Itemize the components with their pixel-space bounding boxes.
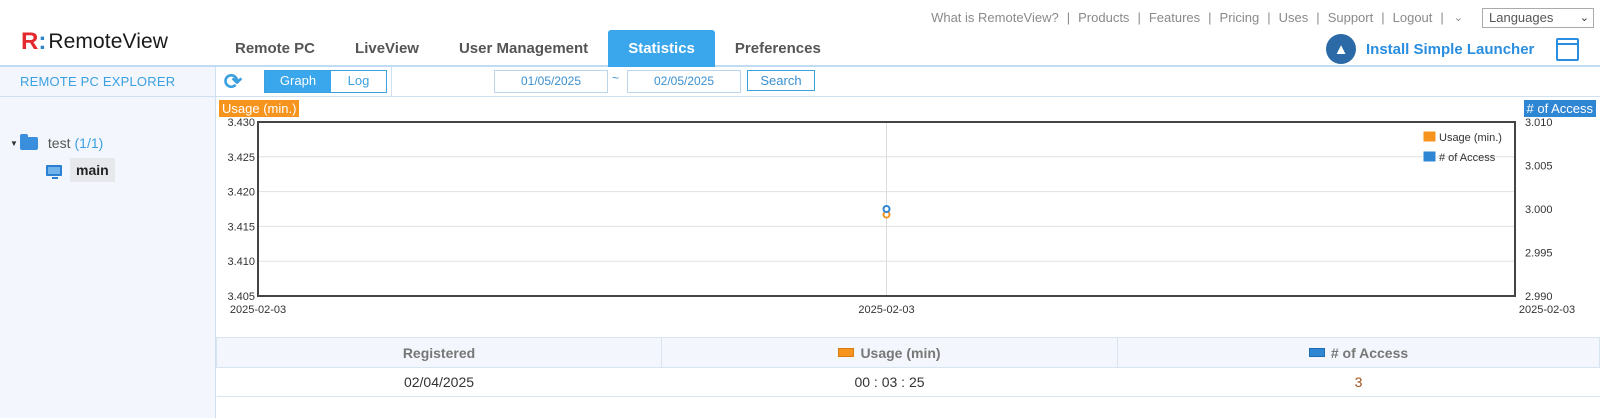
col-usage: Usage (min) — [661, 337, 1118, 368]
tree-pc-item[interactable]: main — [46, 158, 115, 182]
toolbar: ⟳ Graph Log 01/05/2025 ~ 02/05/2025 Sear… — [216, 67, 1600, 97]
rocket-icon: ▲ — [1326, 34, 1356, 64]
top-link-pricing[interactable]: Pricing — [1220, 10, 1260, 25]
statistics-chart: 3.430 3.425 3.420 3.415 3.410 3.405 3.010 3.005… — [216, 97, 1600, 331]
refresh-icon[interactable]: ⟳ — [222, 71, 244, 93]
top-link-features[interactable]: Features — [1149, 10, 1200, 25]
tab-statistics[interactable]: Statistics — [608, 30, 715, 67]
left-tick-label: 3.405 — [227, 291, 255, 303]
usage-swatch-icon — [838, 348, 855, 358]
x-tick-label: 2025-02-03 — [1519, 304, 1575, 316]
left-tick-label: 3.415 — [227, 221, 255, 233]
logo-wordmark: RemoteView — [48, 30, 169, 53]
folder-icon — [19, 133, 38, 150]
chart-svg: 3.430 3.425 3.420 3.415 3.410 3.405 3.010 3.005… — [227, 117, 1575, 316]
x-tick-label: 2025-02-03 — [858, 304, 914, 316]
logo-mark: R: — [21, 28, 47, 55]
date-to-input[interactable]: 02/05/2025 — [627, 70, 741, 93]
tab-preferences[interactable]: Preferences — [715, 30, 841, 67]
chevron-down-icon[interactable]: ⌄ — [1454, 11, 1463, 24]
right-tick-label: 3.000 — [1525, 204, 1553, 216]
app-header: R: RemoteView What is RemoteView? | Produ… — [0, 0, 1600, 67]
install-launcher-link[interactable]: ▲ Install Simple Launcher — [1326, 34, 1534, 64]
left-axis-label: Usage (min.) — [219, 100, 300, 117]
right-tick-label: 3.010 — [1525, 117, 1553, 129]
language-select-value: Languages — [1489, 10, 1554, 25]
top-link-what-is[interactable]: What is RemoteView? — [931, 10, 1059, 25]
left-tick-label: 3.410 — [227, 256, 255, 268]
table-header-row: Registered Usage (min) # of Access — [216, 337, 1600, 368]
access-swatch-icon — [1308, 348, 1325, 358]
legend-swatch — [1422, 130, 1437, 143]
tree-group-item[interactable]: ▼ test (1/1) — [10, 133, 104, 151]
date-range-separator: ~ — [612, 71, 620, 85]
main-nav: Remote PC LiveView User Management Stati… — [215, 30, 841, 67]
view-toggle: Graph Log — [264, 70, 387, 93]
left-tick-label: 3.420 — [227, 187, 255, 199]
right-tick-label: 3.005 — [1525, 161, 1553, 173]
top-link-support[interactable]: Support — [1328, 10, 1374, 25]
top-link-products[interactable]: Products — [1078, 10, 1129, 25]
install-launcher-label: Install Simple Launcher — [1366, 40, 1535, 58]
monitor-icon — [46, 164, 62, 179]
chevron-down-icon: ⌄ — [1579, 12, 1589, 24]
cell-access: 3 — [1117, 367, 1600, 397]
group-count: (1/1) — [74, 135, 104, 151]
pc-name: main — [70, 158, 115, 182]
col-access: # of Access — [1117, 337, 1600, 368]
group-name: test — [47, 135, 71, 151]
left-tick-label: 3.430 — [227, 117, 255, 129]
stats-table: Registered Usage (min) # of Access 02/04… — [216, 337, 1600, 397]
col-registered: Registered — [216, 337, 662, 368]
legend-swatch — [1422, 150, 1437, 163]
expand-triangle-icon[interactable]: ▼ — [10, 139, 18, 148]
sidebar: REMOTE PC EXPLORER ▼ test (1/1) main — [0, 67, 216, 418]
legend-label: # of Access — [1439, 152, 1496, 164]
remoteview-logo[interactable]: R: RemoteView — [21, 28, 168, 56]
window-icon[interactable] — [1556, 38, 1579, 61]
right-axis-label: # of Access — [1523, 100, 1596, 117]
tab-user-management[interactable]: User Management — [439, 30, 608, 67]
legend-label: Usage (min.) — [1439, 132, 1502, 144]
tab-liveview[interactable]: LiveView — [335, 30, 439, 67]
left-tick-label: 3.425 — [227, 152, 255, 164]
date-from-input[interactable]: 01/05/2025 — [494, 70, 608, 93]
graph-view-button[interactable]: Graph — [265, 71, 331, 92]
table-row: 02/04/2025 00 : 03 : 25 3 — [216, 367, 1600, 397]
cell-registered: 02/04/2025 — [216, 367, 662, 397]
tab-remote-pc[interactable]: Remote PC — [215, 30, 335, 67]
toolbar-divider — [391, 67, 392, 97]
right-tick-label: 2.995 — [1525, 248, 1553, 260]
right-tick-label: 2.990 — [1525, 291, 1553, 303]
language-select[interactable]: Languages ⌄ — [1482, 8, 1594, 28]
search-button[interactable]: Search — [747, 70, 815, 91]
sidebar-title: REMOTE PC EXPLORER — [0, 67, 215, 97]
log-view-button[interactable]: Log — [331, 71, 386, 92]
top-link-logout[interactable]: Logout — [1393, 10, 1433, 25]
top-links: What is RemoteView? | Products | Features |… — [931, 10, 1463, 25]
x-tick-label: 2025-02-03 — [230, 304, 286, 316]
top-link-uses[interactable]: Uses — [1279, 10, 1309, 25]
cell-usage: 00 : 03 : 25 — [661, 367, 1118, 397]
access-point — [882, 205, 891, 213]
